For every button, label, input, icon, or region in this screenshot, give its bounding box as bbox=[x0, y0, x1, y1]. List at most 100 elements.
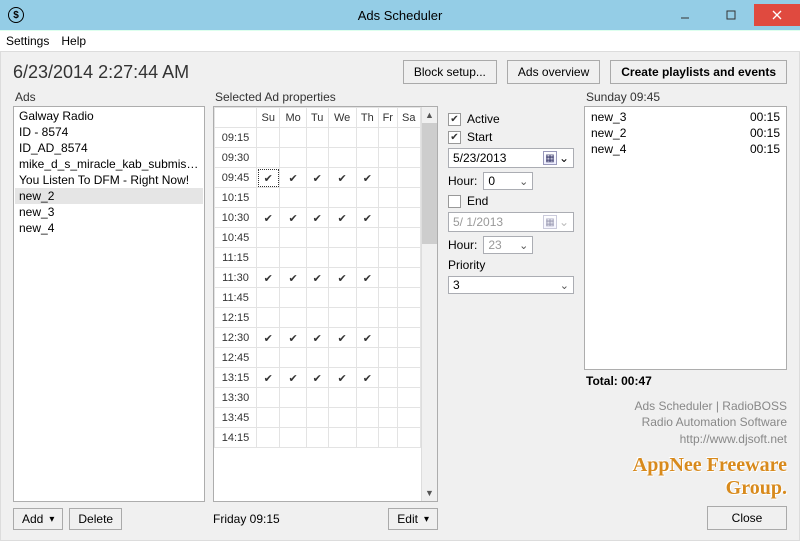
slot-cell[interactable] bbox=[257, 408, 280, 428]
slot-cell[interactable] bbox=[306, 428, 328, 448]
ads-list-item[interactable]: Galway Radio bbox=[15, 108, 203, 124]
slot-cell[interactable] bbox=[280, 368, 306, 388]
edit-button[interactable]: Edit bbox=[388, 508, 438, 530]
close-window-button[interactable] bbox=[754, 4, 800, 26]
time-cell[interactable]: 09:45 bbox=[215, 168, 257, 188]
slot-cell[interactable] bbox=[328, 188, 356, 208]
time-cell[interactable]: 11:15 bbox=[215, 248, 257, 268]
slot-cell[interactable] bbox=[356, 308, 378, 328]
slot-cell[interactable] bbox=[328, 308, 356, 328]
playlist-listbox[interactable]: new_300:15new_200:15new_400:15 bbox=[584, 106, 787, 370]
slot-cell[interactable] bbox=[356, 148, 378, 168]
slot-cell[interactable] bbox=[397, 308, 421, 328]
slot-cell[interactable] bbox=[379, 188, 397, 208]
block-setup-button[interactable]: Block setup... bbox=[403, 60, 497, 84]
slot-cell[interactable] bbox=[397, 288, 421, 308]
delete-button[interactable]: Delete bbox=[69, 508, 122, 530]
end-checkbox[interactable] bbox=[448, 195, 461, 208]
slot-cell[interactable] bbox=[306, 208, 328, 228]
slot-cell[interactable] bbox=[306, 248, 328, 268]
slot-cell[interactable] bbox=[397, 368, 421, 388]
slot-cell[interactable] bbox=[306, 308, 328, 328]
slot-cell[interactable] bbox=[306, 368, 328, 388]
slot-cell[interactable] bbox=[257, 388, 280, 408]
close-button[interactable]: Close bbox=[707, 506, 787, 530]
slot-cell[interactable] bbox=[257, 128, 280, 148]
slot-cell[interactable] bbox=[306, 388, 328, 408]
slot-cell[interactable] bbox=[356, 388, 378, 408]
playlist-item[interactable]: new_400:15 bbox=[587, 141, 784, 157]
slot-cell[interactable] bbox=[306, 268, 328, 288]
slot-cell[interactable] bbox=[306, 188, 328, 208]
slot-cell[interactable] bbox=[306, 228, 328, 248]
slot-cell[interactable] bbox=[257, 148, 280, 168]
slot-cell[interactable] bbox=[397, 208, 421, 228]
time-cell[interactable]: 12:15 bbox=[215, 308, 257, 328]
slot-cell[interactable] bbox=[379, 248, 397, 268]
scroll-down-icon[interactable]: ▼ bbox=[422, 485, 437, 501]
slot-cell[interactable] bbox=[379, 288, 397, 308]
slot-cell[interactable] bbox=[356, 408, 378, 428]
slot-cell[interactable] bbox=[280, 348, 306, 368]
slot-cell[interactable] bbox=[397, 328, 421, 348]
slot-cell[interactable] bbox=[356, 188, 378, 208]
ads-list-item[interactable]: mike_d_s_miracle_kab_submiss... bbox=[15, 156, 203, 172]
slot-cell[interactable] bbox=[379, 408, 397, 428]
schedule-grid[interactable]: SuMoTuWeThFrSa09:1509:3009:4510:1510:301… bbox=[213, 106, 438, 502]
add-button[interactable]: Add bbox=[13, 508, 63, 530]
slot-cell[interactable] bbox=[328, 128, 356, 148]
time-cell[interactable]: 13:15 bbox=[215, 368, 257, 388]
slot-cell[interactable] bbox=[328, 428, 356, 448]
slot-cell[interactable] bbox=[306, 148, 328, 168]
slot-cell[interactable] bbox=[328, 248, 356, 268]
time-cell[interactable]: 13:30 bbox=[215, 388, 257, 408]
slot-cell[interactable] bbox=[397, 248, 421, 268]
slot-cell[interactable] bbox=[280, 168, 306, 188]
time-cell[interactable]: 11:30 bbox=[215, 268, 257, 288]
slot-cell[interactable] bbox=[280, 268, 306, 288]
slot-cell[interactable] bbox=[280, 188, 306, 208]
schedule-scrollbar[interactable]: ▲ ▼ bbox=[421, 107, 437, 501]
slot-cell[interactable] bbox=[397, 148, 421, 168]
slot-cell[interactable] bbox=[257, 168, 280, 188]
time-cell[interactable]: 10:30 bbox=[215, 208, 257, 228]
slot-cell[interactable] bbox=[356, 168, 378, 188]
playlist-item[interactable]: new_300:15 bbox=[587, 109, 784, 125]
slot-cell[interactable] bbox=[356, 348, 378, 368]
slot-cell[interactable] bbox=[280, 428, 306, 448]
slot-cell[interactable] bbox=[356, 248, 378, 268]
scroll-thumb[interactable] bbox=[422, 123, 437, 244]
time-cell[interactable]: 12:45 bbox=[215, 348, 257, 368]
playlist-item[interactable]: new_200:15 bbox=[587, 125, 784, 141]
slot-cell[interactable] bbox=[397, 228, 421, 248]
ads-overview-button[interactable]: Ads overview bbox=[507, 60, 600, 84]
maximize-button[interactable] bbox=[708, 4, 754, 26]
slot-cell[interactable] bbox=[379, 148, 397, 168]
slot-cell[interactable] bbox=[306, 128, 328, 148]
ads-list-item[interactable]: ID - 8574 bbox=[15, 124, 203, 140]
slot-cell[interactable] bbox=[280, 248, 306, 268]
slot-cell[interactable] bbox=[328, 228, 356, 248]
slot-cell[interactable] bbox=[356, 368, 378, 388]
slot-cell[interactable] bbox=[257, 428, 280, 448]
slot-cell[interactable] bbox=[379, 268, 397, 288]
slot-cell[interactable] bbox=[356, 268, 378, 288]
slot-cell[interactable] bbox=[328, 408, 356, 428]
slot-cell[interactable] bbox=[356, 328, 378, 348]
slot-cell[interactable] bbox=[397, 388, 421, 408]
slot-cell[interactable] bbox=[280, 328, 306, 348]
time-cell[interactable]: 11:45 bbox=[215, 288, 257, 308]
ads-list-item[interactable]: new_3 bbox=[15, 204, 203, 220]
slot-cell[interactable] bbox=[328, 388, 356, 408]
start-checkbox[interactable] bbox=[448, 131, 461, 144]
slot-cell[interactable] bbox=[356, 228, 378, 248]
slot-cell[interactable] bbox=[328, 328, 356, 348]
slot-cell[interactable] bbox=[257, 368, 280, 388]
slot-cell[interactable] bbox=[379, 308, 397, 328]
slot-cell[interactable] bbox=[306, 408, 328, 428]
slot-cell[interactable] bbox=[280, 128, 306, 148]
time-cell[interactable]: 12:30 bbox=[215, 328, 257, 348]
time-cell[interactable]: 10:15 bbox=[215, 188, 257, 208]
slot-cell[interactable] bbox=[379, 388, 397, 408]
slot-cell[interactable] bbox=[356, 128, 378, 148]
